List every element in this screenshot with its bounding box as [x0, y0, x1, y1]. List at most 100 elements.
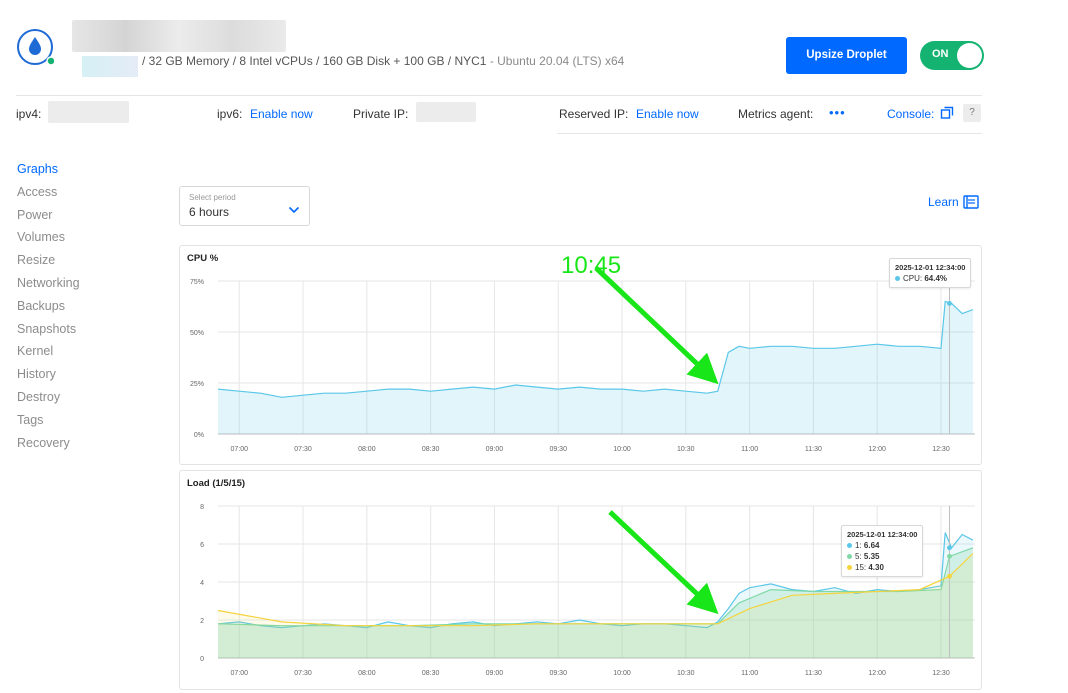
ipv6-label: ipv6: [217, 107, 243, 121]
book-icon[interactable] [963, 195, 979, 214]
droplet-ip-redacted [82, 56, 138, 77]
sidebar-item-graphs[interactable]: Graphs [17, 162, 58, 176]
console-link[interactable]: Console: [887, 107, 934, 121]
load-x-tick: 12:30 [932, 670, 950, 677]
metrics-agent-status[interactable]: ••• [829, 105, 846, 120]
os-text: - Ubuntu 20.04 (LTS) x64 [489, 54, 625, 68]
cpu-series-CPU-area [218, 301, 973, 434]
load-tooltip: 2025-12-01 12:34:00 1: 6.64 5: 5.35 15: … [841, 525, 924, 577]
load-tooltip-label-5: 5: [855, 552, 862, 561]
ipv4-value-redacted [48, 101, 129, 123]
load-tooltip-value-5: 5.35 [863, 552, 880, 561]
cpu-tooltip-value: 64.4% [924, 274, 948, 283]
reserved-ip-label: Reserved IP: [559, 107, 629, 121]
sidebar-item-networking[interactable]: Networking [17, 276, 80, 290]
sidebar-item-destroy[interactable]: Destroy [17, 390, 60, 404]
sidebar-item-history[interactable]: History [17, 367, 56, 381]
sidebar-item-kernel[interactable]: Kernel [17, 344, 53, 358]
load-x-tick: 07:00 [230, 670, 248, 677]
cpu-tooltip-row: CPU: 64.4% [895, 273, 965, 284]
droplet-name-redacted [72, 20, 286, 52]
sidebar-item-power[interactable]: Power [17, 208, 52, 222]
period-select-caption: Select period [189, 193, 236, 202]
header-divider [16, 95, 982, 96]
specs-text: / 32 GB Memory / 8 Intel vCPUs / 160 GB … [142, 54, 487, 68]
cpu-y-tick: 0% [194, 432, 204, 439]
load-hover-point-5 [947, 553, 952, 559]
load-x-tick: 09:00 [486, 670, 504, 677]
private-ip-redacted [416, 102, 476, 122]
period-select[interactable]: Select period 6 hours [179, 186, 310, 226]
droplet-specs: / 32 GB Memory / 8 Intel vCPUs / 160 GB … [142, 54, 624, 68]
load-tooltip-time: 2025-12-01 12:34:00 [847, 530, 918, 539]
infobar-divider [557, 133, 982, 134]
load-hover-point-15 [947, 573, 952, 579]
help-button[interactable]: ? [963, 104, 981, 122]
sidebar-item-tags[interactable]: Tags [17, 413, 43, 427]
cpu-x-tick: 11:30 [805, 446, 822, 453]
load-y-tick: 6 [200, 542, 204, 549]
sidebar-item-snapshots[interactable]: Snapshots [17, 322, 76, 336]
load-x-tick: 12:00 [868, 670, 886, 677]
cpu-tooltip-time: 2025-12-01 12:34:00 [895, 263, 966, 272]
console-window-icon[interactable] [940, 106, 954, 125]
load-chart-card: Load (1/5/15) 0 2 4 6 8 07:00 07:30 08:00 08:30 0… [179, 470, 982, 690]
chevron-down-icon [288, 201, 300, 219]
load-x-tick: 10:30 [677, 670, 695, 677]
cpu-y-tick: 75% [190, 279, 204, 286]
cpu-x-tick: 07:00 [230, 446, 248, 453]
cpu-x-tick: 12:30 [932, 446, 950, 453]
sidebar-item-resize[interactable]: Resize [17, 253, 55, 267]
annotation-time-label: 10:45 [561, 252, 622, 279]
cpu-x-tick: 10:00 [613, 446, 631, 453]
load-y-tick: 2 [200, 618, 204, 625]
load-tooltip-label-15: 15: [855, 563, 867, 572]
cpu-x-tick: 12:00 [868, 446, 886, 453]
cpu-tooltip-label: CPU: [903, 274, 923, 283]
cpu-x-tick: 09:30 [549, 446, 567, 453]
load-x-tick: 10:00 [613, 670, 631, 677]
load-x-tick: 08:00 [358, 670, 376, 677]
droplet-icon [16, 28, 56, 66]
private-ip-label: Private IP: [353, 107, 409, 121]
reserved-ip-enable-link[interactable]: Enable now [636, 107, 699, 121]
sidebar-item-backups[interactable]: Backups [17, 299, 65, 313]
metrics-agent-label: Metrics agent: [738, 107, 814, 121]
ipv4-label: ipv4: [16, 107, 42, 121]
cpu-x-tick: 10:30 [677, 446, 695, 453]
load-x-tick: 11:00 [741, 670, 758, 677]
load-x-tick: 08:30 [422, 670, 440, 677]
power-toggle[interactable]: ON [920, 41, 984, 70]
ipv6-enable-link[interactable]: Enable now [250, 107, 313, 121]
cpu-x-tick: 08:30 [422, 446, 440, 453]
learn-link[interactable]: Learn [928, 195, 959, 209]
load-hover-point-1 [947, 545, 952, 551]
load-chart[interactable]: 0 2 4 6 8 07:00 07:30 08:00 08:30 09:00 09:30 10:00… [180, 471, 981, 689]
sidebar-item-volumes[interactable]: Volumes [17, 230, 65, 244]
load-x-tick: 11:30 [805, 670, 822, 677]
load-tooltip-row-5: 5: 5.35 [847, 551, 917, 562]
sidebar-item-access[interactable]: Access [17, 185, 57, 199]
power-toggle-knob [957, 43, 982, 68]
period-select-value: 6 hours [189, 205, 230, 219]
upsize-droplet-button[interactable]: Upsize Droplet [786, 37, 907, 74]
load-tooltip-row-15: 15: 4.30 [847, 562, 917, 573]
load-y-tick: 0 [200, 656, 204, 663]
cpu-tooltip: 2025-12-01 12:34:00 CPU: 64.4% [889, 258, 972, 288]
sidebar-item-recovery[interactable]: Recovery [17, 436, 70, 450]
cpu-x-tick: 09:00 [486, 446, 504, 453]
load-tooltip-value-1: 6.64 [863, 541, 880, 550]
cpu-x-tick: 07:30 [294, 446, 312, 453]
load-x-tick: 07:30 [294, 670, 312, 677]
load-tooltip-label-1: 1: [855, 541, 862, 550]
load-x-tick: 09:30 [549, 670, 567, 677]
cpu-hover-point-CPU [947, 301, 952, 306]
cpu-x-tick: 11:00 [741, 446, 758, 453]
load-tooltip-row-1: 1: 6.64 [847, 540, 917, 551]
cpu-y-tick: 50% [190, 330, 204, 337]
load-y-tick: 8 [200, 504, 204, 511]
cpu-x-tick: 08:00 [358, 446, 376, 453]
load-tooltip-value-15: 4.30 [868, 563, 884, 572]
load-y-tick: 4 [200, 580, 204, 587]
power-toggle-label: ON [932, 48, 949, 60]
